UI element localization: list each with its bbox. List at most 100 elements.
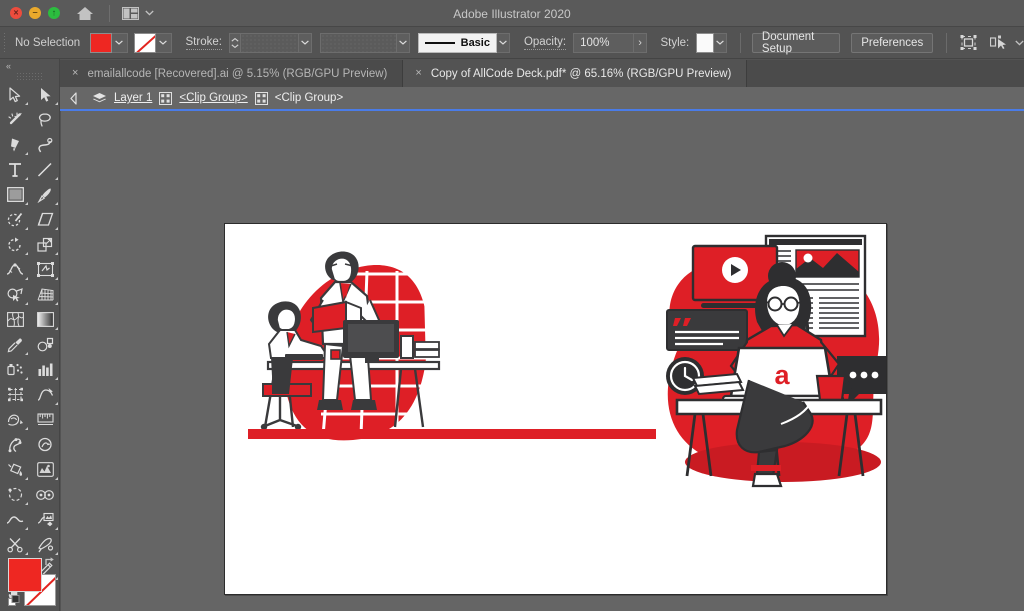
zoom-selection-tool[interactable]	[30, 432, 60, 457]
magic-wand-tool[interactable]	[0, 107, 30, 132]
clip-group-icon-2[interactable]	[255, 92, 268, 105]
opacity-input[interactable]: 100%	[573, 33, 634, 53]
control-bar-grip[interactable]	[3, 32, 7, 54]
canvas-area[interactable]: a	[61, 111, 1024, 611]
warp-tool[interactable]	[0, 407, 30, 432]
maximize-button[interactable]: ↑	[48, 7, 60, 19]
tool-more-indicator	[25, 252, 28, 255]
document-tab-1[interactable]: × emailallcode [Recovered].ai @ 5.15% (R…	[60, 60, 403, 87]
opacity-options-button[interactable]: ›	[634, 33, 648, 53]
tool-more-indicator	[55, 227, 58, 230]
knife-tool[interactable]	[30, 532, 60, 557]
scissors-tool[interactable]	[0, 532, 30, 557]
pen-tool[interactable]	[0, 132, 30, 157]
stroke-caret-icon[interactable]	[156, 33, 172, 53]
rotate-tool[interactable]	[0, 232, 30, 257]
stroke-swatch-none[interactable]	[134, 33, 156, 53]
stroke-weight-label[interactable]: Stroke:	[186, 36, 222, 50]
live-paint-bucket-tool[interactable]	[0, 457, 30, 482]
close-tab-icon-2[interactable]: ×	[415, 68, 421, 79]
eraser-tool[interactable]	[30, 207, 60, 232]
control-bar-divider	[740, 33, 741, 53]
tool-more-indicator	[55, 177, 58, 180]
back-arrow-icon[interactable]	[70, 92, 85, 105]
eyedropper-tool[interactable]	[0, 332, 30, 357]
style-label: Style:	[660, 37, 689, 49]
fill-color-swatch[interactable]	[8, 558, 42, 592]
close-tab-icon[interactable]: ×	[72, 68, 78, 79]
selection-tool[interactable]	[0, 82, 30, 107]
style-caret-icon[interactable]	[714, 33, 727, 53]
symbol-sprayer-tool[interactable]	[0, 357, 30, 382]
arrange-documents-button[interactable]	[122, 7, 154, 20]
breadcrumb-layer[interactable]: Layer 1	[114, 92, 152, 104]
fill-control[interactable]	[90, 33, 128, 53]
collapse-tools-button[interactable]: «	[0, 59, 59, 72]
window-controls: × − ↑	[10, 7, 60, 19]
stroke-weight-field[interactable]	[241, 33, 299, 53]
type-tool[interactable]	[0, 157, 30, 182]
stroke-control[interactable]	[134, 33, 172, 53]
mesh-tool[interactable]	[0, 307, 30, 332]
tools-panel-grip[interactable]	[16, 72, 44, 82]
breadcrumb-group-1[interactable]: <Clip Group>	[179, 92, 247, 104]
reshape-tool[interactable]	[0, 482, 30, 507]
close-button[interactable]: ×	[10, 7, 22, 19]
document-tab-2[interactable]: × Copy of AllCode Deck.pdf* @ 65.16% (RG…	[403, 60, 747, 87]
stroke-weight-stepper[interactable]	[229, 33, 241, 53]
tool-more-indicator	[25, 377, 28, 380]
paintbrush-tool[interactable]	[30, 182, 60, 207]
clip-group-icon[interactable]	[159, 92, 172, 105]
width-tool[interactable]	[0, 257, 30, 282]
stroke-profile-caret-icon[interactable]	[397, 33, 410, 53]
smooth-tool[interactable]	[0, 507, 30, 532]
tool-more-indicator	[55, 277, 58, 280]
slice-tool[interactable]	[30, 382, 60, 407]
free-transform-tool[interactable]	[30, 257, 60, 282]
fill-swatch[interactable]	[90, 33, 112, 53]
line-segment-tool[interactable]	[30, 157, 60, 182]
tool-more-indicator	[25, 552, 28, 555]
image-trace-tool[interactable]	[30, 457, 60, 482]
blob-brush-tool[interactable]	[30, 482, 60, 507]
opacity-label[interactable]: Opacity:	[524, 36, 566, 50]
default-fill-stroke-icon[interactable]	[8, 595, 21, 608]
artboard-tool[interactable]	[0, 382, 30, 407]
document-setup-button[interactable]: Document Setup	[752, 33, 840, 53]
gradient-tool[interactable]	[30, 307, 60, 332]
preferences-button[interactable]: Preferences	[851, 33, 933, 53]
column-graph-tool[interactable]	[30, 357, 60, 382]
transform-bounding-box-icon[interactable]	[960, 35, 977, 50]
brush-name: Basic	[461, 37, 490, 49]
puppet-warp-tool[interactable]	[0, 432, 30, 457]
scale-tool[interactable]	[30, 232, 60, 257]
align-to-selection-button[interactable]	[990, 35, 1024, 50]
shape-builder-tool[interactable]	[0, 282, 30, 307]
stroke-weight-caret-icon[interactable]	[299, 33, 312, 53]
brush-caret-icon[interactable]	[497, 33, 510, 53]
swap-fill-stroke-icon[interactable]	[44, 556, 57, 569]
minimize-button[interactable]: −	[29, 7, 41, 19]
measure-tool[interactable]	[30, 407, 60, 432]
direct-selection-tool[interactable]	[30, 82, 60, 107]
fill-caret-icon[interactable]	[112, 33, 128, 53]
curvature-tool[interactable]	[30, 132, 60, 157]
home-icon[interactable]	[74, 3, 96, 23]
brush-definition-field[interactable]: Basic	[418, 33, 497, 53]
illustrator-window: × − ↑ Adobe Illustrator 2020 No Selectio…	[0, 0, 1024, 611]
title-bar: × − ↑	[0, 0, 1024, 27]
tool-more-indicator	[25, 202, 28, 205]
shaper-tool[interactable]	[0, 207, 30, 232]
layers-stack-icon[interactable]	[92, 92, 107, 105]
artboard[interactable]: a	[224, 223, 887, 595]
rectangle-tool[interactable]	[0, 182, 30, 207]
tool-more-indicator	[55, 302, 58, 305]
perspective-grid-tool[interactable]	[30, 282, 60, 307]
tool-more-indicator	[25, 152, 28, 155]
breadcrumb: Layer 1 <Clip Group> <Clip Group>	[60, 87, 1024, 109]
graphic-style-swatch[interactable]	[696, 33, 714, 53]
lasso-tool[interactable]	[30, 107, 60, 132]
stroke-profile-field[interactable]	[320, 33, 397, 53]
blend-tool[interactable]	[30, 332, 60, 357]
symbol-screener-tool[interactable]	[30, 507, 60, 532]
